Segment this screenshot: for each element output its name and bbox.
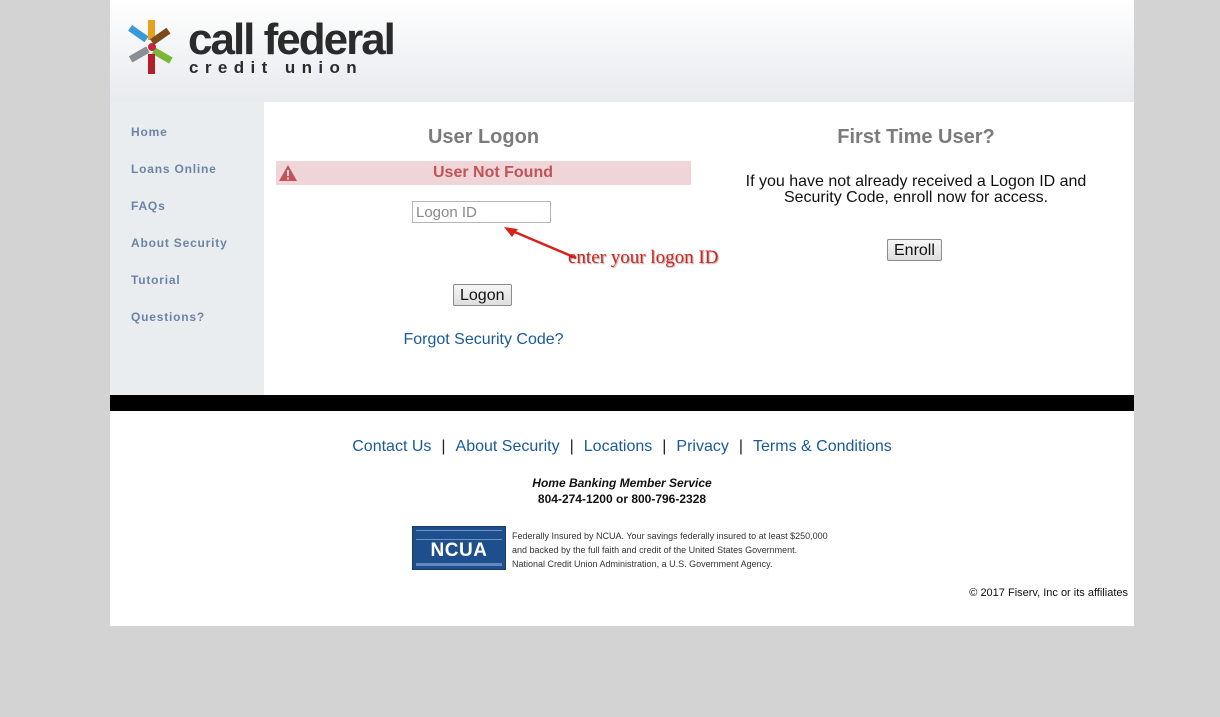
ncua-badge-fineprint	[416, 530, 502, 540]
footer-link-privacy[interactable]: Privacy	[676, 438, 728, 455]
footer-link-terms[interactable]: Terms & Conditions	[753, 438, 892, 455]
member-service-phone: 804-274-1200 or 800-796-2328	[537, 492, 707, 506]
footer-divider	[110, 395, 1134, 411]
forgot-link-wrap: Forgot Security Code?	[276, 331, 691, 349]
logon-button[interactable]: Logon	[453, 284, 512, 306]
forgot-security-code-link[interactable]: Forgot Security Code?	[403, 331, 563, 348]
footer-separator: |	[738, 438, 744, 455]
sidebar-item-tutorial[interactable]: Tutorial	[131, 273, 181, 287]
copyright: © 2017 Fiserv, Inc or its affiliates	[969, 587, 1128, 599]
brand-logo[interactable]: call federal credit union	[128, 15, 396, 80]
footer-separator: |	[569, 438, 574, 455]
enroll-button[interactable]: Enroll	[887, 239, 942, 261]
user-logon-title: User Logon	[427, 126, 540, 148]
ncua-description: Federally Insured by NCUA. Your savings …	[512, 529, 872, 571]
sidebar-item-questions[interactable]: Questions?	[131, 310, 205, 324]
footer-link-about-security[interactable]: About Security	[456, 438, 560, 455]
annotation-label: enter your logon ID	[568, 247, 719, 268]
site-header: call federal credit union	[110, 0, 1134, 102]
logon-id-input[interactable]	[412, 201, 551, 223]
member-service-title: Home Banking Member Service	[532, 476, 712, 490]
footer-link-contact-us[interactable]: Contact Us	[352, 438, 431, 455]
sidebar-item-home[interactable]: Home	[131, 125, 168, 139]
first-time-user-title: First Time User?	[837, 126, 995, 148]
error-message: User Not Found	[433, 164, 553, 181]
starburst-logo-icon	[128, 20, 173, 74]
footer-separator: |	[441, 438, 446, 455]
ncua-badge-label: NCUA	[430, 540, 488, 561]
footer-links: Contact Us | About Security | Locations | Priv…	[110, 438, 1134, 456]
footer-link-locations[interactable]: Locations	[584, 438, 653, 455]
sidebar-item-loans-online[interactable]: Loans Online	[131, 162, 217, 176]
ncua-badge[interactable]: NCUA	[412, 526, 506, 570]
brand-name-secondary: credit union	[189, 58, 364, 77]
sidebar-item-faqs[interactable]: FAQs	[131, 199, 166, 213]
ncua-line-3: National Credit Union Administration, a …	[512, 559, 773, 569]
sidebar-item-about-security[interactable]: About Security	[131, 236, 228, 250]
main-content: User Logon User Not Found enter your log…	[264, 102, 1134, 395]
sidebar-nav: Home Loans Online FAQs About Security Tu…	[110, 102, 264, 395]
footer-separator: |	[662, 438, 667, 455]
page-frame: call federal credit union Home Loans Onl…	[110, 0, 1134, 626]
error-banner: User Not Found	[276, 161, 691, 185]
ncua-line-1: Federally Insured by NCUA. Your savings …	[512, 531, 828, 541]
ncua-badge-fineprint-bottom	[416, 563, 502, 566]
ncua-line-2: and backed by the full faith and credit …	[512, 545, 798, 555]
first-time-user-text: If you have not already received a Logon…	[745, 173, 1087, 206]
